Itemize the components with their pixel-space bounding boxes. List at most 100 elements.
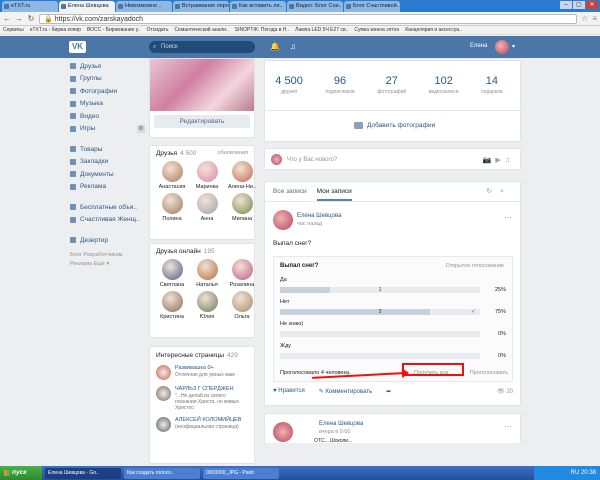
bookmark-item[interactable]: SINOPTIK: Погода в Н.. [235, 26, 289, 34]
taskbar-item[interactable]: Как создать голосо.. [124, 467, 200, 479]
sidebar-item[interactable]: Фотографии [70, 85, 145, 98]
sidebar-item[interactable]: Игры ⚙ [70, 123, 145, 136]
friend-item[interactable]: Алена-Ни.. [226, 161, 258, 190]
like-button[interactable]: ♥ Нравится [273, 388, 305, 395]
friend-avatar[interactable] [231, 291, 253, 312]
header-user-name[interactable]: Елена [470, 43, 488, 49]
browser-tab[interactable]: Невозможно .. [116, 1, 172, 12]
sidebar-item[interactable]: Музыка [70, 98, 145, 111]
attach-icons[interactable]: 📷▶♫ [483, 156, 514, 164]
menu-footer[interactable]: Блог Разработчикам Реклама Ещё ▾ [70, 251, 145, 269]
friend-item[interactable]: Юлия [191, 291, 223, 320]
post2-author[interactable]: Елена Шевцова [319, 421, 363, 427]
browser-tab[interactable]: Видео: Блог Сни.. [287, 1, 343, 12]
poll-option[interactable]: Да 1 25% [280, 277, 506, 293]
system-tray[interactable]: RU 20:38 [534, 466, 600, 480]
friends-updates-link[interactable]: обновления [218, 150, 248, 157]
revote-link[interactable]: Проголосовать [470, 370, 508, 376]
bookmark-item[interactable]: Семантический анали.. [174, 26, 228, 34]
bell-icon[interactable]: 🔔 [270, 42, 280, 51]
bookmark-item[interactable]: eTXT.ru - биржа копир [30, 26, 81, 34]
friend-item[interactable]: Наталья [191, 259, 223, 288]
bookmark-star-icon[interactable]: ☆ [581, 14, 588, 23]
friend-item[interactable]: Кристина [156, 291, 188, 320]
minimize-icon[interactable]: – [560, 1, 572, 9]
friend-avatar[interactable] [231, 193, 253, 214]
page-title[interactable]: АЛЕКСЕЙ КОЛОМИЙЦЕВ [175, 417, 241, 424]
poll-option-bar[interactable] [280, 353, 480, 359]
post2-time[interactable]: вчера в 9:00 [319, 429, 350, 435]
poll-option-bar[interactable]: 3 ✓ [280, 309, 480, 315]
friend-avatar[interactable] [231, 259, 253, 280]
vk-logo[interactable]: VK [69, 41, 86, 53]
bookmark-item[interactable]: Сервисы [3, 26, 24, 34]
sidebar-item[interactable]: Группы [70, 73, 145, 86]
browser-tab[interactable]: eTXT.ru [2, 1, 58, 12]
friend-avatar[interactable] [161, 291, 183, 312]
music-note-icon[interactable]: ♫ [290, 42, 296, 51]
friend-avatar[interactable] [196, 161, 218, 182]
poll-option-bar[interactable] [280, 331, 480, 337]
maximize-icon[interactable]: ▢ [573, 1, 585, 9]
url-input[interactable]: 🔒 https://vk.com/zarskayadoch [39, 13, 578, 24]
taskbar-item[interactable]: Елена Шевцова - Go.. [45, 467, 121, 479]
list-item[interactable]: ЧАРЛЬЗ Г СПЕРДЖЕН "...Не делай из своего … [156, 386, 248, 411]
post-author-avatar[interactable] [273, 210, 293, 230]
add-photo-link[interactable]: Добавить фотографии [354, 122, 435, 129]
friend-avatar[interactable] [196, 193, 218, 214]
post2-more-icon[interactable]: ⋯ [504, 422, 512, 431]
sidebar-item[interactable]: Закладки [70, 156, 145, 169]
browser-tab[interactable]: Блог Счастливой.. [344, 1, 400, 12]
tab-my-posts[interactable]: Мои записи [316, 182, 352, 201]
share-icon[interactable]: ➦ [386, 388, 391, 395]
sidebar-item[interactable]: Друзья [70, 60, 145, 73]
browser-tab[interactable]: Елена Шевцова [59, 1, 115, 12]
search-input[interactable]: ⌕ Поиск [149, 41, 255, 53]
gear-icon[interactable]: ⚙ [137, 124, 145, 133]
reload-icon[interactable]: ↻ [27, 14, 35, 23]
poll-option[interactable]: Жду 0% [280, 343, 506, 359]
list-item[interactable]: АЛЕКСЕЙ КОЛОМИЙЦЕВ (неофициальная страниц… [156, 417, 248, 432]
profile-photo[interactable] [150, 59, 254, 111]
friend-item[interactable]: Анна [191, 193, 223, 222]
stat-item[interactable]: 96 подписчиков [325, 75, 354, 95]
sidebar-item[interactable]: Бесплатные объя.. [70, 201, 145, 214]
bookmark-item[interactable]: Лампа LED 5Ч Е27 св.. [295, 26, 348, 34]
menu-icon[interactable]: ≡ [592, 14, 597, 23]
taskbar-item[interactable]: 0000000_JPG - Paint [203, 467, 279, 479]
friend-avatar[interactable] [161, 193, 183, 214]
start-button[interactable]: пуск [0, 466, 42, 480]
page-title[interactable]: Развивашка 0+ [175, 365, 235, 372]
more-icon[interactable]: ⋯ [504, 213, 512, 222]
poll-option[interactable]: Нет 3 ✓ 75% [280, 299, 506, 315]
edit-profile-button[interactable]: Редактировать [154, 115, 250, 128]
friend-item[interactable]: Полина [156, 193, 188, 222]
friend-avatar[interactable] [161, 259, 183, 280]
back-icon[interactable]: ← [3, 14, 11, 23]
chevron-down-icon[interactable]: ▾ [512, 43, 515, 50]
pages-title[interactable]: Интересные страницы [156, 352, 224, 359]
list-item[interactable]: Развивашка 0+ Отличная для умных мам [156, 365, 248, 380]
comment-button[interactable]: ✎ Комментировать [319, 388, 372, 395]
friend-avatar[interactable] [231, 161, 253, 182]
tab-all-posts[interactable]: Все записи [273, 182, 307, 201]
page-avatar[interactable] [156, 386, 171, 401]
page-avatar[interactable] [156, 365, 171, 380]
stat-item[interactable]: 27 фотографий [377, 75, 406, 95]
browser-tab[interactable]: Встраивание опрос [173, 1, 229, 12]
sidebar-item[interactable]: Документы [70, 168, 145, 181]
post-time[interactable]: час назад [297, 221, 341, 227]
bookmark-item[interactable]: Отсидать [147, 26, 169, 34]
poll-option-bar[interactable]: 1 [280, 287, 480, 293]
bookmark-item[interactable]: ВОСС - Биржевание у.. [87, 26, 141, 34]
friend-avatar[interactable] [161, 161, 183, 182]
stat-item[interactable]: 102 видеозаписи [429, 75, 459, 95]
page-title[interactable]: ЧАРЛЬЗ Г СПЕРДЖЕН [175, 386, 248, 393]
friend-item[interactable]: Светлана [156, 259, 188, 288]
post-composer[interactable]: Что у Вас нового? 📷▶♫ [264, 148, 521, 170]
page-avatar[interactable] [156, 417, 171, 432]
bookmark-item[interactable]: Канцелярия и аксессуа.. [405, 26, 462, 34]
friend-item[interactable]: Милана [226, 193, 258, 222]
avatar[interactable] [495, 40, 509, 54]
sidebar-item[interactable]: Дезертир [70, 234, 145, 247]
